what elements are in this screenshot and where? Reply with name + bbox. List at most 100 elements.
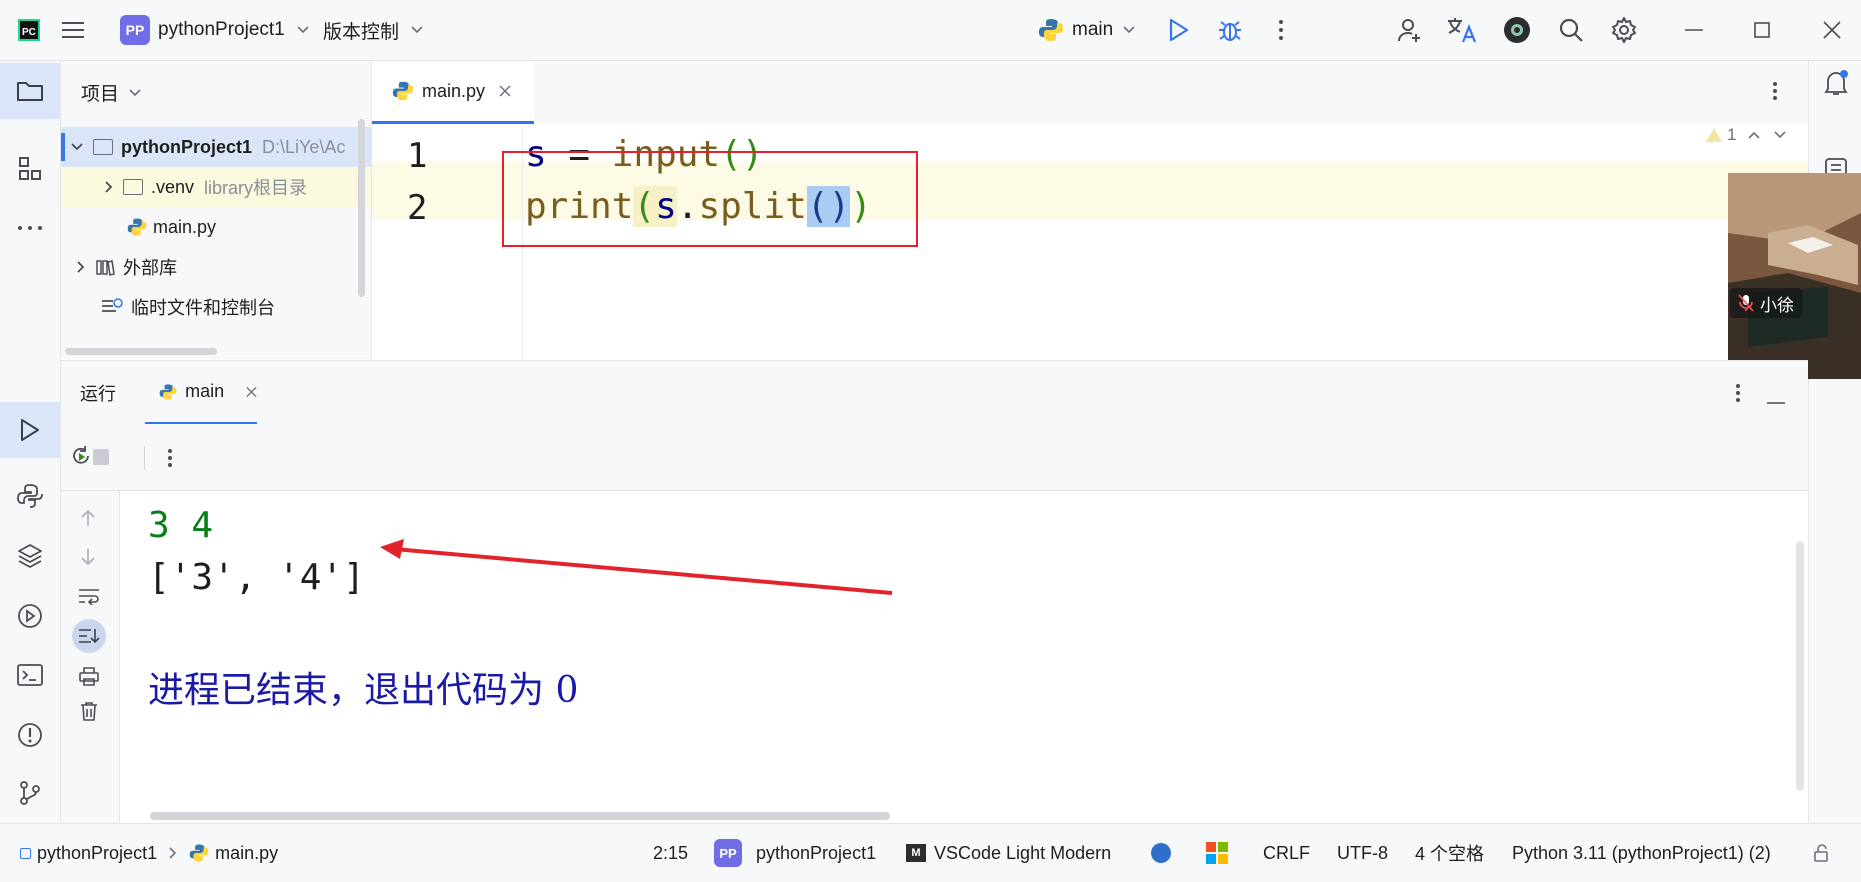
- structure-tool-button[interactable]: [10, 149, 50, 189]
- code-editor[interactable]: 1 2 s = input() print(s.split()) 1: [372, 124, 1808, 359]
- lock-icon[interactable]: [1813, 824, 1833, 882]
- editor-tab-bar: main.py: [372, 61, 1808, 125]
- tree-item-label: 外部库: [123, 258, 177, 278]
- video-call-overlay[interactable]: 小徐: [1728, 173, 1861, 379]
- vcs-menu[interactable]: 版本控制: [323, 0, 423, 60]
- run-panel-header: 运行 main: [61, 360, 1808, 425]
- notifications-button[interactable]: [1816, 63, 1856, 103]
- rerun-button[interactable]: [69, 444, 93, 468]
- tree-item-scratches[interactable]: 临时文件和控制台: [61, 287, 371, 327]
- run-button[interactable]: [1166, 0, 1192, 60]
- python-interpreter[interactable]: Python 3.11 (pythonProject1) (2): [1512, 824, 1771, 882]
- stop-button[interactable]: [93, 449, 109, 465]
- breadcrumb-project[interactable]: pythonProject1: [37, 843, 157, 864]
- close-tab-icon[interactable]: [246, 386, 257, 398]
- project-switcher[interactable]: PP pythonProject1: [120, 0, 309, 60]
- tree-item-venv[interactable]: .venv library根目录: [61, 167, 371, 207]
- more-actions-icon[interactable]: [1270, 0, 1292, 60]
- chevron-up-icon[interactable]: [1748, 131, 1761, 139]
- tree-item-label: main.py: [153, 216, 217, 237]
- code-with-me-icon[interactable]: [1396, 0, 1424, 60]
- search-icon[interactable]: [1558, 0, 1584, 60]
- python-icon: [159, 383, 177, 400]
- run-config-selector[interactable]: main: [1038, 0, 1135, 60]
- python-packages-button[interactable]: [10, 536, 50, 576]
- warning-circle-icon: [18, 723, 42, 747]
- scroll-to-end-button[interactable]: [72, 619, 106, 653]
- console-horizontal-scrollbar[interactable]: [150, 812, 890, 820]
- breadcrumb-file[interactable]: main.py: [215, 843, 278, 864]
- file-encoding[interactable]: UTF-8: [1337, 824, 1388, 882]
- theme-widget[interactable]: M VSCode Light Modern: [906, 824, 1111, 882]
- folder-icon: [17, 82, 43, 101]
- tree-item-label: 临时文件和控制台: [131, 298, 275, 318]
- close-icon[interactable]: [1822, 0, 1842, 60]
- scroll-down-icon[interactable]: [80, 548, 96, 571]
- ai-assistant-icon[interactable]: [1502, 0, 1532, 60]
- editor-tabs-more-icon[interactable]: [1772, 81, 1778, 106]
- translate-icon[interactable]: [1446, 0, 1478, 60]
- settings-gear-icon[interactable]: [1610, 0, 1638, 60]
- bug-icon: [1219, 21, 1241, 41]
- more-tools-icon[interactable]: [10, 208, 50, 248]
- folder-icon: [93, 139, 113, 155]
- line-number: 1: [407, 136, 428, 176]
- console-input-line: 3 4: [148, 505, 214, 546]
- windows-logo-icon[interactable]: [1206, 824, 1228, 882]
- python-file-icon: [127, 218, 147, 236]
- inspection-widget[interactable]: 1: [1705, 120, 1787, 150]
- problems-button[interactable]: [10, 715, 50, 755]
- indent-setting[interactable]: 4 个空格: [1415, 824, 1484, 882]
- main-menu-icon[interactable]: [60, 0, 86, 60]
- line-ending[interactable]: CRLF: [1263, 824, 1310, 882]
- project-tool-button[interactable]: [0, 63, 60, 119]
- scroll-up-icon[interactable]: [80, 509, 96, 532]
- chevron-right-icon: [77, 261, 85, 273]
- tree-item-hint: library根目录: [204, 178, 308, 198]
- git-button[interactable]: [10, 773, 50, 813]
- soft-wrap-icon[interactable]: [78, 587, 100, 610]
- bell-icon: [1824, 70, 1848, 95]
- run-toolbar-more-icon[interactable]: [167, 448, 173, 473]
- close-tab-icon[interactable]: [499, 85, 511, 97]
- debug-button[interactable]: [1216, 0, 1244, 60]
- hide-panel-icon[interactable]: [1767, 391, 1785, 409]
- scratches-icon: [102, 298, 123, 312]
- status-project[interactable]: PP pythonProject1: [714, 824, 876, 882]
- run-panel-more-icon[interactable]: [1735, 383, 1741, 408]
- tree-item-label: .venv: [151, 176, 195, 197]
- services-button[interactable]: [10, 596, 50, 636]
- console-vertical-scrollbar[interactable]: [1796, 541, 1804, 791]
- vertical-scrollbar[interactable]: [358, 119, 365, 297]
- tree-item-external-libraries[interactable]: 外部库: [61, 247, 371, 287]
- console-output-line: ['3', '4']: [148, 557, 365, 598]
- circle-status-icon[interactable]: [1151, 824, 1171, 882]
- title-bar: PC PP pythonProject1 版本控制 main: [0, 0, 1861, 61]
- chevron-down-icon: [297, 26, 309, 34]
- horizontal-scrollbar[interactable]: [65, 348, 217, 355]
- terminal-button[interactable]: [10, 655, 50, 695]
- console-output[interactable]: 3 4 ['3', '4'] 进程已结束，退出代码为 0: [120, 491, 1808, 823]
- run-tab-main[interactable]: main: [145, 361, 257, 425]
- run-tab-label: main: [185, 381, 225, 401]
- trash-icon[interactable]: [79, 701, 99, 726]
- maximize-icon[interactable]: [1752, 0, 1772, 60]
- python-console-button[interactable]: [10, 476, 50, 516]
- console-exit-message: 进程已结束，退出代码为 0: [148, 670, 579, 711]
- project-panel-header[interactable]: 项目: [81, 61, 141, 124]
- tree-item-project-root[interactable]: pythonProject1 D:\LiYe\Ac: [61, 127, 371, 167]
- tree-item-main-py[interactable]: main.py: [61, 207, 371, 247]
- run-panel-title: 运行: [80, 384, 116, 404]
- services-icon: [18, 604, 42, 628]
- chevron-down-icon: [1123, 26, 1135, 34]
- warning-icon: [1706, 128, 1722, 142]
- tab-main-py[interactable]: main.py: [372, 61, 534, 124]
- print-icon[interactable]: [78, 666, 100, 691]
- run-toolbar: [61, 424, 1808, 491]
- tree-item-path: D:\LiYe\Ac: [262, 136, 346, 157]
- run-tool-button[interactable]: [0, 402, 60, 458]
- minimize-icon[interactable]: [1684, 0, 1704, 60]
- python-console-icon: [17, 484, 43, 508]
- caret-position[interactable]: 2:15: [653, 824, 688, 882]
- chevron-down-icon[interactable]: [1774, 131, 1787, 139]
